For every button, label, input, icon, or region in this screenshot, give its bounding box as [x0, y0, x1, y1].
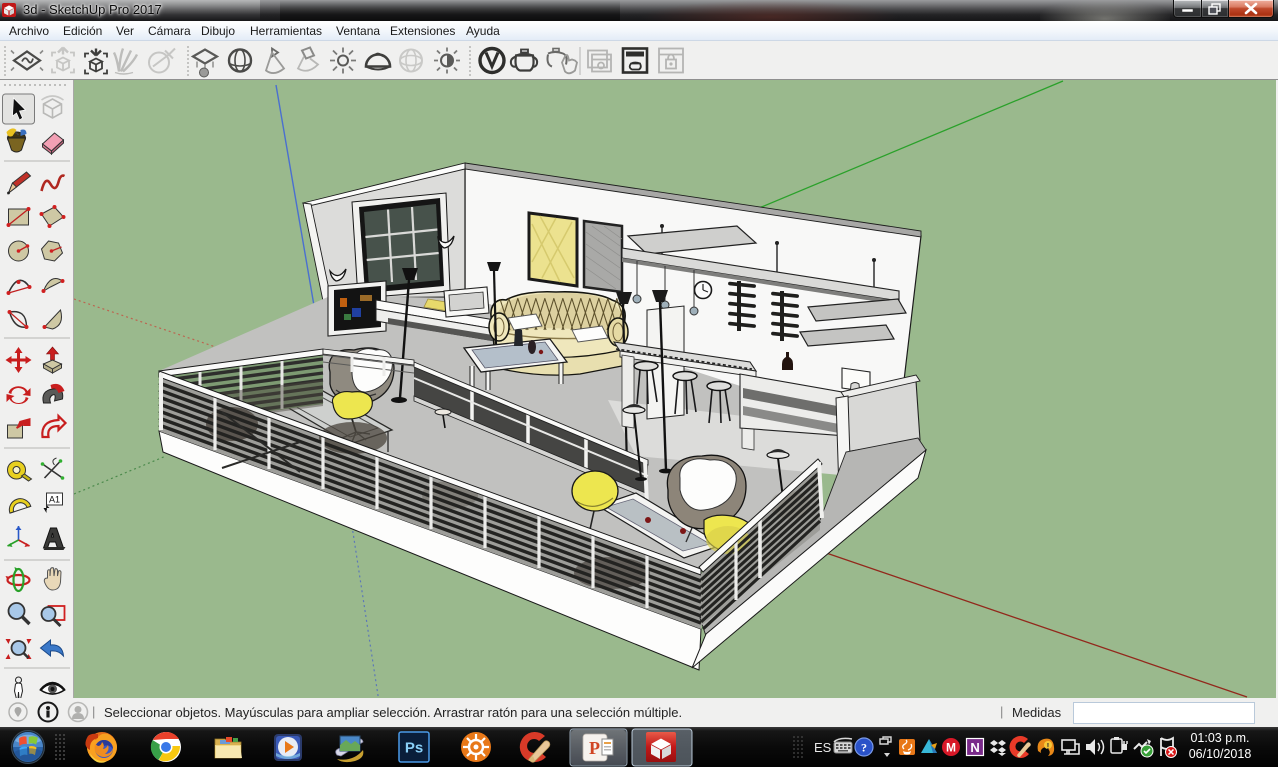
- svg-text:A1: A1: [49, 495, 60, 505]
- svg-text:!: !: [1047, 742, 1050, 751]
- svg-text:?: ?: [861, 741, 867, 755]
- svg-text:Ps: Ps: [405, 740, 423, 757]
- svg-text:P: P: [589, 738, 600, 758]
- svg-text:ES: ES: [814, 740, 832, 755]
- svg-text:N: N: [970, 740, 979, 755]
- svg-text:M: M: [946, 741, 956, 755]
